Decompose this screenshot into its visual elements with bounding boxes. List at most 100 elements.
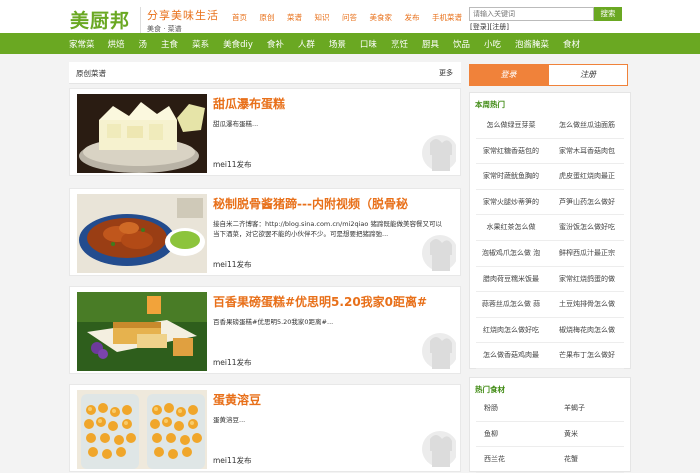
sidebar-row: 泡椒鸡爪怎么做 泡鲜榨西瓜汁最正宗: [476, 241, 624, 267]
sidebar-link[interactable]: 蜜汾饭怎么做好吃: [550, 215, 624, 240]
sidebar-link[interactable]: 家常木耳香菇肉包: [550, 139, 624, 164]
recipe-card[interactable]: 秘制脱骨酱猪蹄---内附视频（脱骨秘 接自米二齐博客：http://blog.s…: [69, 188, 461, 276]
category-item[interactable]: 烹饪: [391, 38, 408, 50]
recipe-card[interactable]: 甜瓜瀑布蛋糕 甜瓜瀑布蛋糕... mei11发布: [69, 88, 461, 176]
sidebar-link[interactable]: 椒烧梅花肉怎么做: [550, 318, 624, 343]
category-item[interactable]: 食材: [563, 38, 580, 50]
category-item[interactable]: 场景: [329, 38, 346, 50]
sidebar-link[interactable]: 羊蝎子: [550, 396, 624, 421]
recipe-title[interactable]: 甜瓜瀑布蛋糕: [213, 95, 285, 112]
category-item[interactable]: 家常菜: [69, 38, 95, 50]
hot-weekly-title: 本周热门: [475, 100, 505, 109]
category-item[interactable]: 菜系: [192, 38, 209, 50]
nav-publish[interactable]: 发布: [405, 12, 420, 23]
sidebar-link[interactable]: 家常时蔬鱿鱼胸的: [476, 164, 550, 189]
sidebar-row: 水果红茶怎么做 蜜汾饭怎么做好吃: [476, 215, 624, 241]
sidebar-link[interactable]: 泡椒鸡爪怎么做 泡: [476, 241, 550, 266]
recipe-thumbnail[interactable]: [77, 390, 207, 469]
sidebar-link[interactable]: 芦笋山药怎么做好: [550, 190, 624, 215]
recipe-title[interactable]: 秘制脱骨酱猪蹄---内附视频（脱骨秘: [213, 195, 408, 212]
recipe-title[interactable]: 蛋黄溶豆: [213, 391, 261, 408]
tab-register[interactable]: 注册: [548, 64, 628, 86]
nav-knowledge[interactable]: 知识: [315, 12, 330, 23]
sidebar-link[interactable]: 红烧肉怎么做好吃: [476, 318, 550, 343]
category-item[interactable]: 泡酱腌菜: [515, 38, 549, 50]
sidebar-link[interactable]: 土豆炖排骨怎么做: [550, 292, 624, 317]
hot-weekly-box: 本周热门 怎么做绿豆芽菜 怎么做丝瓜油面筋 家常红糖香菇包的 家常木耳香菇肉包 家常时蔬…: [469, 92, 631, 369]
category-item[interactable]: 厨具: [422, 38, 439, 50]
recipe-desc: 蛋黄溶豆...: [213, 416, 246, 424]
login-link[interactable]: [登录]: [470, 23, 489, 31]
chef-watermark-icon: [422, 135, 456, 171]
recipe-author[interactable]: mei11发布: [213, 455, 252, 466]
recipe-desc: 接自米二齐博客：http://blog.sina.com.cn/mi2qiao …: [213, 220, 442, 238]
sidebar-row: 腊肉荷豆糯米饭最 家常红烧鸽蛋的做: [476, 267, 624, 293]
recipe-title[interactable]: 百香果磅蛋糕#优思明5.20我家0距离#: [213, 293, 427, 310]
sidebar-row: 蒜蓉丝瓜怎么做 蒜土豆炖排骨怎么做: [476, 292, 624, 318]
search-input[interactable]: [469, 7, 594, 21]
recipe-thumbnail[interactable]: [77, 292, 207, 371]
sidebar-link[interactable]: 腊肉荷豆糯米饭最: [476, 267, 550, 292]
recipe-thumbnail[interactable]: [77, 94, 207, 173]
site-logo[interactable]: 美厨邦: [70, 6, 130, 33]
sidebar-link[interactable]: 蒜蓉丝瓜怎么做 蒜: [476, 292, 550, 317]
recipe-desc: 甜瓜瀑布蛋糕...: [213, 120, 259, 128]
category-item[interactable]: 美食diy: [223, 38, 253, 50]
category-item[interactable]: 烘焙: [108, 38, 125, 50]
nav-qa[interactable]: 问答: [342, 12, 357, 23]
category-item[interactable]: 食补: [267, 38, 284, 50]
sidebar-link[interactable]: 芒果布丁怎么做好: [550, 343, 624, 368]
sidebar-row: 粉肠 羊蝎子: [476, 396, 624, 422]
category-bar: 家常菜 烘焙 汤 主食 菜系 美食diy 食补 人群 场景 口味 烹饪 厨具 饮…: [0, 33, 700, 54]
sidebar-link[interactable]: 家常火腿炒蒂笋的: [476, 190, 550, 215]
sidebar-link[interactable]: 怎么做丝瓜油面筋: [550, 113, 624, 138]
category-list: 家常菜 烘焙 汤 主食 菜系 美食diy 食补 人群 场景 口味 烹饪 厨具 饮…: [69, 33, 580, 54]
sidebar-row: 家常火腿炒蒂笋的 芦笋山药怎么做好: [476, 190, 624, 216]
recipe-author[interactable]: mei11发布: [213, 259, 252, 270]
sidebar-row: 西兰花 花蟹: [476, 447, 624, 473]
sidebar-row: 怎么做香菇鸡肉最 芒果布丁怎么做好: [476, 343, 624, 369]
top-nav: 首页 原创 菜谱 知识 问答 美食家 发布 手机菜谱: [232, 12, 475, 23]
category-item[interactable]: 人群: [298, 38, 315, 50]
sidebar-link[interactable]: 黄米: [550, 422, 624, 447]
recipe-author[interactable]: mei11发布: [213, 357, 252, 368]
nav-recipes[interactable]: 菜谱: [287, 12, 302, 23]
sidebar-link[interactable]: 西兰花: [476, 447, 550, 472]
category-item[interactable]: 口味: [360, 38, 377, 50]
hot-weekly-list: 怎么做绿豆芽菜 怎么做丝瓜油面筋 家常红糖香菇包的 家常木耳香菇肉包 家常时蔬鱿鱼胸的虎…: [476, 113, 624, 369]
tab-login[interactable]: 登录: [469, 64, 548, 86]
sidebar-link[interactable]: 水果红茶怎么做: [476, 215, 550, 240]
slogan: 分享美味生活: [147, 9, 219, 22]
nav-mobile-recipes[interactable]: 手机菜谱: [432, 12, 462, 23]
sidebar-link[interactable]: 虎皮蛋红烧肉最正: [550, 164, 624, 189]
nav-home[interactable]: 首页: [232, 12, 247, 23]
slogan-box: 分享美味生活 美食 · 菜谱: [140, 7, 219, 34]
sidebar-link[interactable]: 怎么做绿豆芽菜: [476, 113, 550, 138]
search-button[interactable]: 搜索: [594, 7, 622, 21]
sidebar-link[interactable]: 怎么做香菇鸡肉最: [476, 343, 550, 368]
chef-watermark-icon: [422, 333, 456, 369]
nav-original[interactable]: 原创: [260, 12, 275, 23]
sidebar-link[interactable]: 花蟹: [550, 447, 624, 472]
recipe-card[interactable]: 蛋黄溶豆 蛋黄溶豆... mei11发布: [69, 384, 461, 472]
category-item[interactable]: 饮品: [453, 38, 470, 50]
recipe-thumbnail[interactable]: [77, 194, 207, 273]
sidebar-link[interactable]: 家常红糖香菇包的: [476, 139, 550, 164]
site-header: 美厨邦 分享美味生活 美食 · 菜谱 首页 原创 菜谱 知识 问答 美食家 发布…: [0, 0, 700, 34]
nav-foodies[interactable]: 美食家: [370, 12, 393, 23]
more-link[interactable]: 更多: [439, 68, 453, 78]
recipe-author[interactable]: mei11发布: [213, 159, 252, 170]
hot-ingredients-list: 粉肠 羊蝎子 鱼柳 黄米 西兰花 花蟹: [476, 396, 624, 473]
recipe-card[interactable]: 百香果磅蛋糕#优思明5.20我家0距离# 百香果磅蛋糕#优思明5.20我家0距离…: [69, 286, 461, 374]
sidebar-link[interactable]: 鲜榨西瓜汁最正宗: [550, 241, 624, 266]
hot-ingredients-box: 热门食材 粉肠 羊蝎子 鱼柳 黄米 西兰花 花蟹: [469, 377, 631, 473]
sidebar-row: 红烧肉怎么做好吃 椒烧梅花肉怎么做: [476, 318, 624, 344]
category-item[interactable]: 汤: [139, 38, 148, 50]
sidebar-link[interactable]: 鱼柳: [476, 422, 550, 447]
register-link[interactable]: [注册]: [489, 23, 508, 31]
sidebar-link[interactable]: 家常红烧鸽蛋的做: [550, 267, 624, 292]
category-item[interactable]: 主食: [161, 38, 178, 50]
chef-watermark-icon: [422, 431, 456, 467]
sidebar-link[interactable]: 粉肠: [476, 396, 550, 421]
category-item[interactable]: 小吃: [484, 38, 501, 50]
